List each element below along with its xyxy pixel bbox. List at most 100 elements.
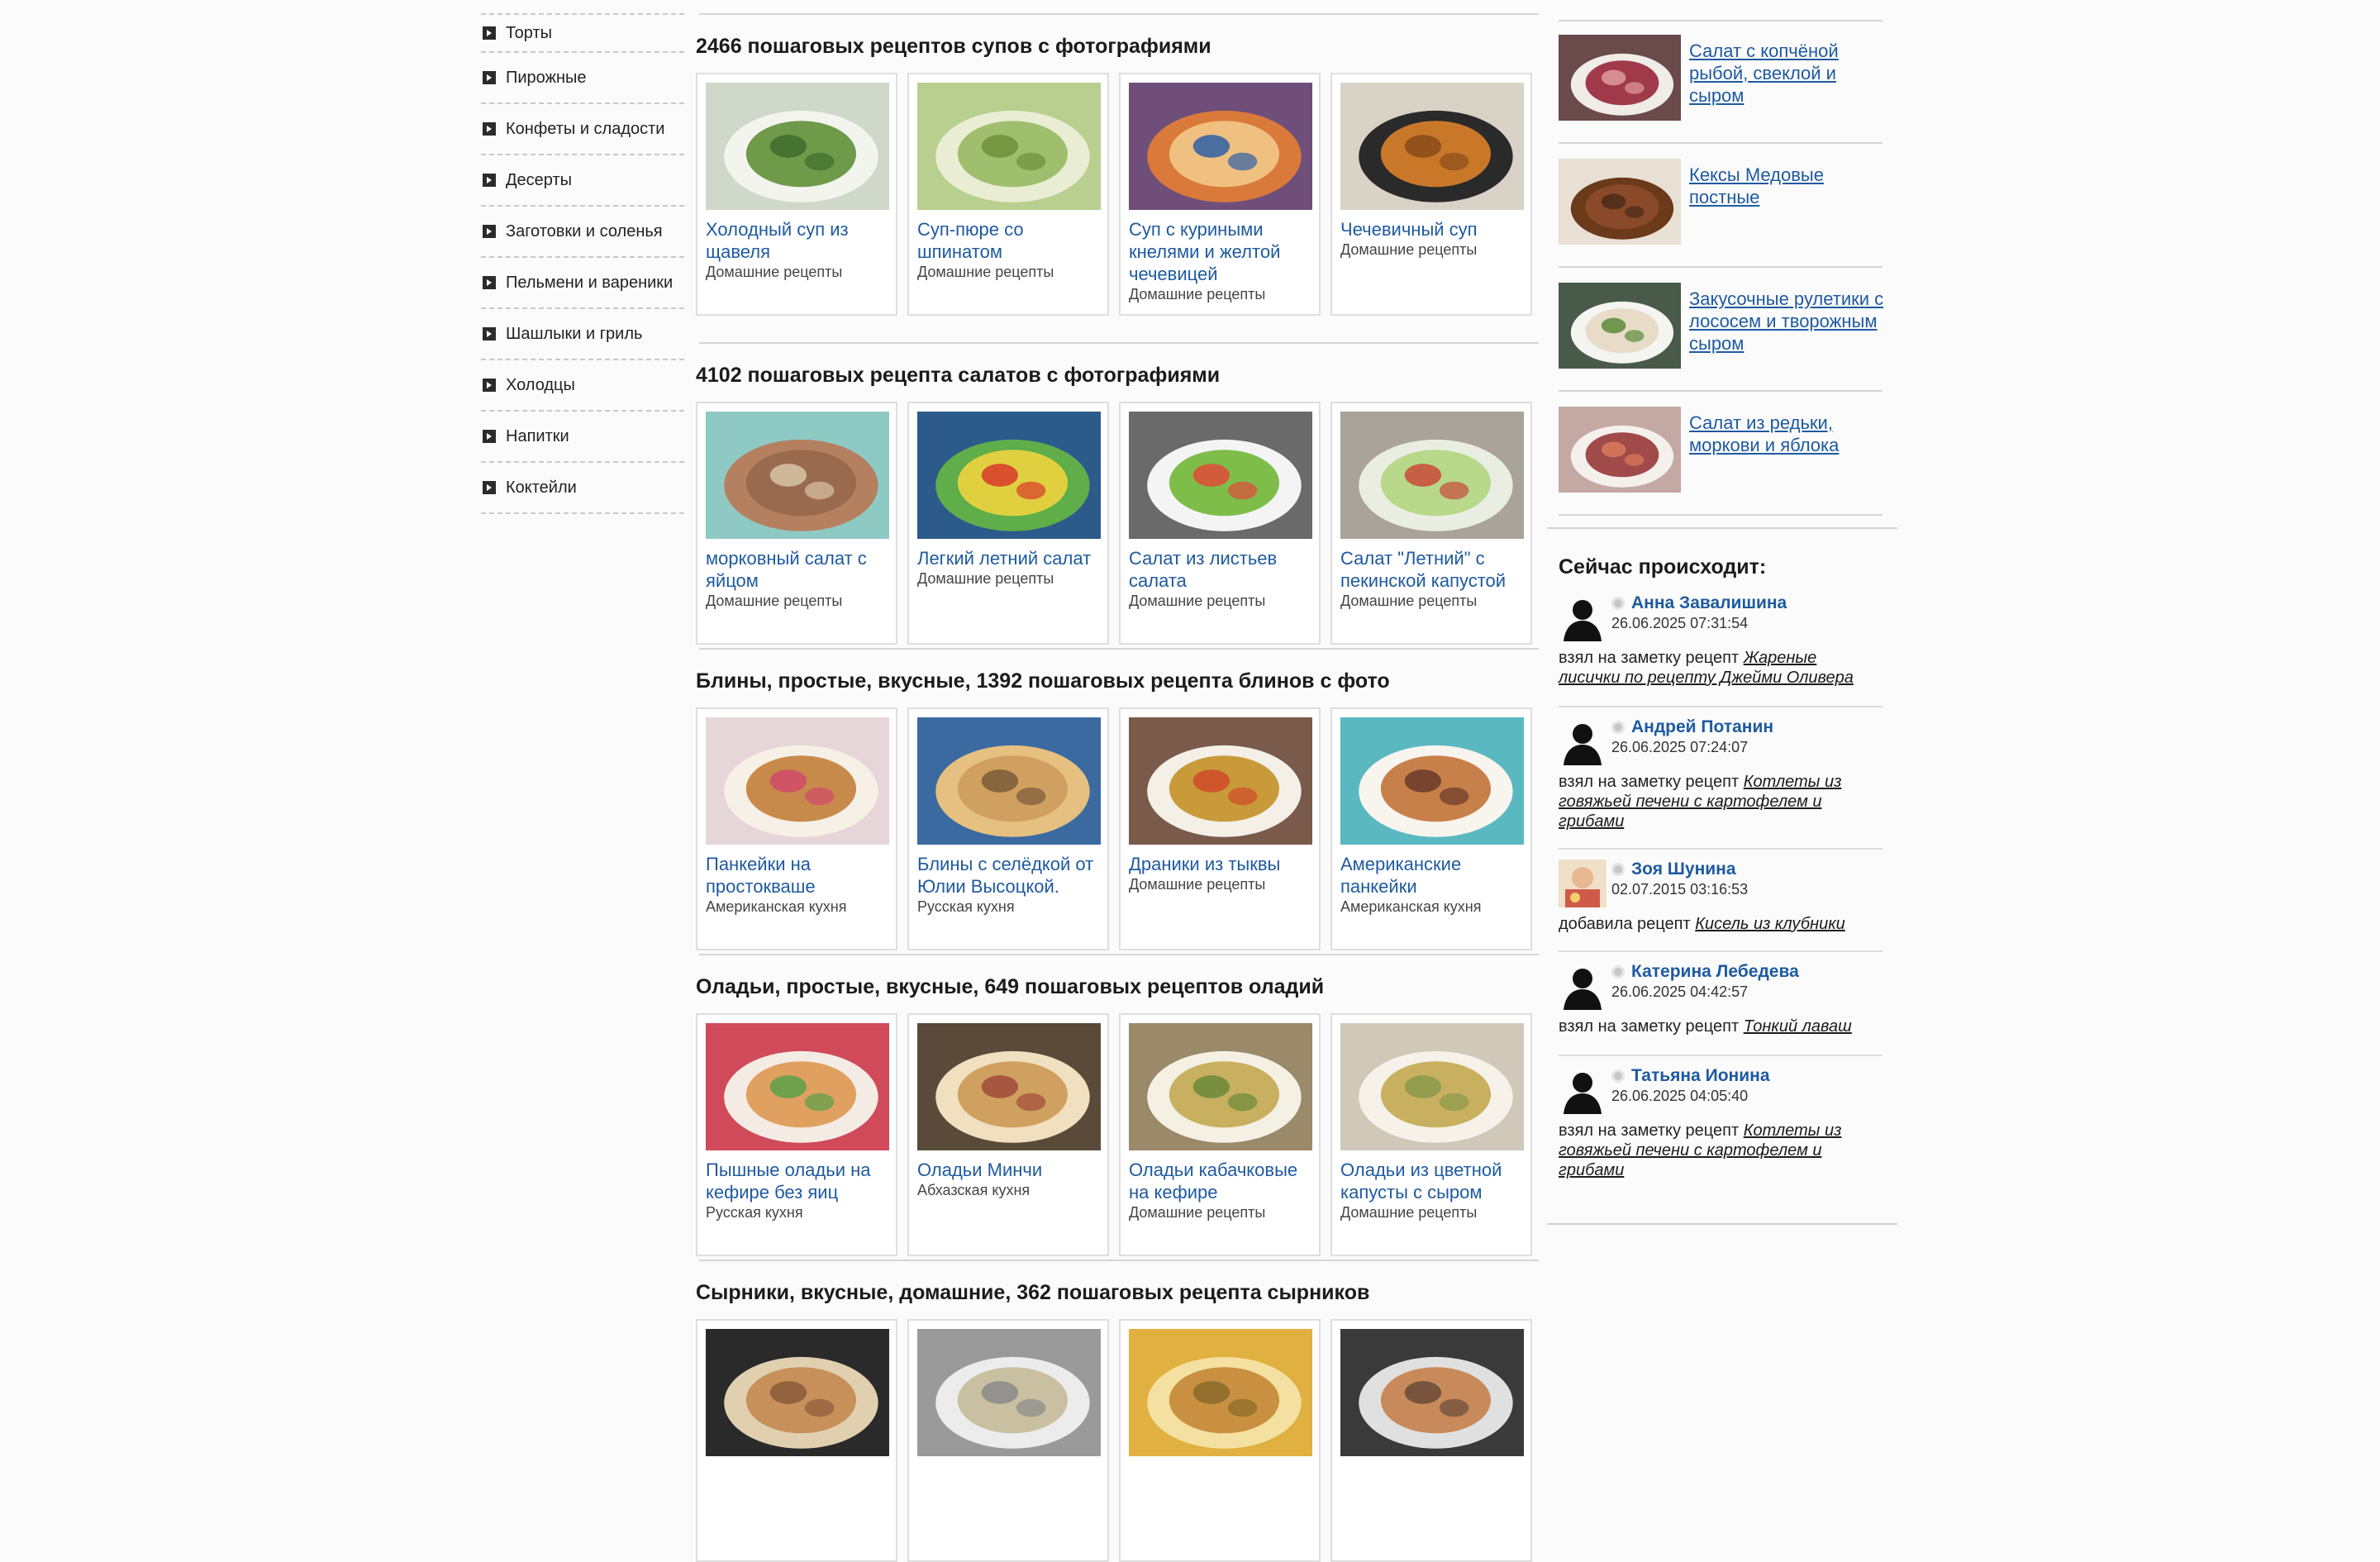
recipe-title-link[interactable]: Панкейки на простокваше	[706, 853, 888, 898]
recipe-title-link[interactable]: Легкий летний салат	[917, 547, 1099, 569]
sidebar-item[interactable]: Холодцы	[481, 360, 684, 412]
avatar[interactable]	[1559, 717, 1606, 765]
activity-item: Анна Завалишина 26.06.2025 07:31:54 взял н…	[1559, 593, 1883, 688]
recipe-card[interactable]	[907, 1319, 1109, 1562]
activity-divider	[1559, 1055, 1883, 1056]
recipe-card[interactable]: Салат "Летний" с пекинской капустой Домаш…	[1330, 402, 1532, 645]
recipe-title-link[interactable]: Оладьи кабачковые на кефире	[1129, 1159, 1311, 1203]
recipe-card[interactable]: Американские панкейки Американская кухня	[1330, 707, 1532, 950]
recipe-title-link[interactable]: Чечевичный суп	[1340, 218, 1522, 240]
recipe-photo[interactable]	[706, 1023, 889, 1150]
recipe-card[interactable]: Драники из тыквы Домашние рецепты	[1119, 707, 1321, 950]
sidebar-item[interactable]: Коктейли	[481, 463, 684, 514]
sidebar-item[interactable]: Шашлыки и гриль	[481, 309, 684, 360]
recipe-photo[interactable]	[1129, 717, 1312, 845]
recipe-photo[interactable]	[1340, 1329, 1524, 1456]
recipe-photo[interactable]	[917, 1023, 1101, 1150]
recipe-photo[interactable]	[917, 717, 1101, 845]
user-name-link[interactable]: Зоя Шунина	[1631, 860, 1736, 879]
related-recipe-photo[interactable]	[1559, 35, 1681, 121]
sidebar-item[interactable]: Напитки	[481, 412, 684, 463]
recipe-card[interactable]: Оладьи кабачковые на кефире Домашние реце…	[1119, 1013, 1321, 1256]
recipe-title-link[interactable]: Американские панкейки	[1340, 853, 1522, 898]
recipe-card[interactable]	[696, 1319, 897, 1562]
recipe-card[interactable]: Оладьи из цветной капусты с сыром Домашни…	[1330, 1013, 1532, 1256]
user-name-link[interactable]: Татьяна Ионина	[1631, 1066, 1770, 1086]
activity-recipe-link[interactable]: Кисель из клубники	[1695, 915, 1845, 933]
recipe-photo[interactable]	[706, 83, 889, 210]
recipe-card[interactable]: Панкейки на простокваше Американская кухн…	[696, 707, 897, 950]
related-recipe-link[interactable]: Кексы Медовые постные	[1689, 164, 1889, 245]
user-name-link[interactable]: Катерина Лебедева	[1631, 962, 1799, 982]
recipe-photo[interactable]	[1129, 412, 1312, 539]
related-recipe-photo[interactable]	[1559, 159, 1681, 245]
recipe-card[interactable]	[1119, 1319, 1321, 1562]
recipe-card[interactable]: Суп-пюре со шпинатом Домашние рецепты	[907, 73, 1109, 316]
recipe-title-link[interactable]: Салат "Летний" с пекинской капустой	[1340, 547, 1522, 592]
related-recipe[interactable]: Закусочные рулетики с лососем и творожны…	[1559, 283, 1889, 369]
recipe-card-row: Панкейки на простокваше Американская кухн…	[696, 707, 1532, 950]
related-recipe-link[interactable]: Салат с копчёной рыбой, свеклой и сыром	[1689, 40, 1889, 121]
recipe-photo[interactable]	[706, 1329, 889, 1456]
recipe-title-link[interactable]: Оладьи из цветной капусты с сыром	[1340, 1159, 1522, 1203]
related-recipe-link[interactable]: Салат из редьки, моркови и яблока	[1689, 412, 1889, 493]
recipe-card[interactable]: Суп с куриными кнелями и желтой чечевице…	[1119, 73, 1321, 316]
related-recipe[interactable]: Салат с копчёной рыбой, свеклой и сыром	[1559, 35, 1889, 121]
sidebar-item[interactable]: Пельмени и вареники	[481, 258, 684, 309]
recipe-title-link[interactable]: Пышные оладьи на кефире без яиц	[706, 1159, 888, 1203]
recipe-photo[interactable]	[917, 1329, 1101, 1456]
related-recipe-photo[interactable]	[1559, 283, 1681, 369]
recipe-title-link[interactable]: Блины с селёдкой от Юлии Высоцкой.	[917, 853, 1099, 898]
status-dot-icon	[1611, 597, 1625, 610]
recipe-card[interactable]: Салат из листьев салата Домашние рецепты	[1119, 402, 1321, 645]
recipe-card[interactable]	[1330, 1319, 1532, 1562]
recipe-card[interactable]: Оладьи Минчи Абхазская кухня	[907, 1013, 1109, 1256]
avatar[interactable]	[1559, 860, 1606, 907]
recipe-title-link[interactable]: Суп с куриными кнелями и желтой чечевице…	[1129, 218, 1311, 285]
recipe-cuisine: Домашние рецепты	[917, 570, 1054, 587]
recipe-photo[interactable]	[1340, 717, 1524, 845]
activity-text: добавила рецепт Кисель из клубники	[1559, 914, 1883, 934]
sidebar-item[interactable]: Заготовки и соленья	[481, 207, 684, 258]
activity-recipe-link[interactable]: Тонкий лаваш	[1744, 1017, 1852, 1036]
recipe-photo[interactable]	[1129, 1329, 1312, 1456]
recipe-title-link[interactable]: Холодный суп из щавеля	[706, 218, 888, 263]
recipe-photo[interactable]	[1129, 83, 1312, 210]
recipe-title-link[interactable]: морковный салат с яйцом	[706, 547, 888, 592]
recipe-photo[interactable]	[917, 412, 1101, 539]
recipe-title-link[interactable]: Салат из листьев салата	[1129, 547, 1311, 592]
recipe-card[interactable]: морковный салат с яйцом Домашние рецепты	[696, 402, 897, 645]
recipe-photo[interactable]	[1340, 83, 1524, 210]
user-name-link[interactable]: Анна Завалишина	[1631, 593, 1787, 613]
related-recipe-link[interactable]: Закусочные рулетики с лососем и творожны…	[1689, 288, 1889, 369]
activity-title: Сейчас происходит:	[1559, 555, 1767, 579]
related-recipe-photo[interactable]	[1559, 407, 1681, 493]
recipe-photo[interactable]	[706, 412, 889, 539]
recipe-title-link[interactable]: Оладьи Минчи	[917, 1159, 1099, 1181]
recipe-photo[interactable]	[1129, 1023, 1312, 1150]
sidebar-item[interactable]: Пирожные	[481, 53, 684, 104]
related-recipe[interactable]: Кексы Медовые постные	[1559, 159, 1889, 245]
recipe-photo[interactable]	[1340, 412, 1524, 539]
activity-header: Анна Завалишина 26.06.2025 07:31:54	[1559, 593, 1883, 641]
recipe-card[interactable]: Чечевичный суп Домашние рецепты	[1330, 73, 1532, 316]
recipe-photo[interactable]	[917, 83, 1101, 210]
activity-meta: Зоя Шунина 02.07.2015 03:16:53	[1611, 860, 1748, 898]
arrow-square-icon	[483, 327, 496, 340]
avatar[interactable]	[1559, 593, 1606, 641]
recipe-photo[interactable]	[706, 717, 889, 845]
user-name-link[interactable]: Андрей Потанин	[1631, 717, 1773, 737]
sidebar-item[interactable]: Десерты	[481, 155, 684, 207]
sidebar-item[interactable]: Конфеты и сладости	[481, 104, 684, 155]
recipe-title-link[interactable]: Суп-пюре со шпинатом	[917, 218, 1099, 263]
recipe-photo[interactable]	[1340, 1023, 1524, 1150]
recipe-card[interactable]: Холодный суп из щавеля Домашние рецепты	[696, 73, 897, 316]
recipe-card[interactable]: Пышные оладьи на кефире без яиц Русская к…	[696, 1013, 897, 1256]
sidebar-item[interactable]: Торты	[481, 13, 684, 53]
recipe-title-link[interactable]: Драники из тыквы	[1129, 853, 1311, 875]
avatar[interactable]	[1559, 962, 1606, 1010]
related-recipe[interactable]: Салат из редьки, моркови и яблока	[1559, 407, 1889, 493]
recipe-card[interactable]: Блины с селёдкой от Юлии Высоцкой. Русска…	[907, 707, 1109, 950]
recipe-card[interactable]: Легкий летний салат Домашние рецепты	[907, 402, 1109, 645]
avatar[interactable]	[1559, 1066, 1606, 1114]
